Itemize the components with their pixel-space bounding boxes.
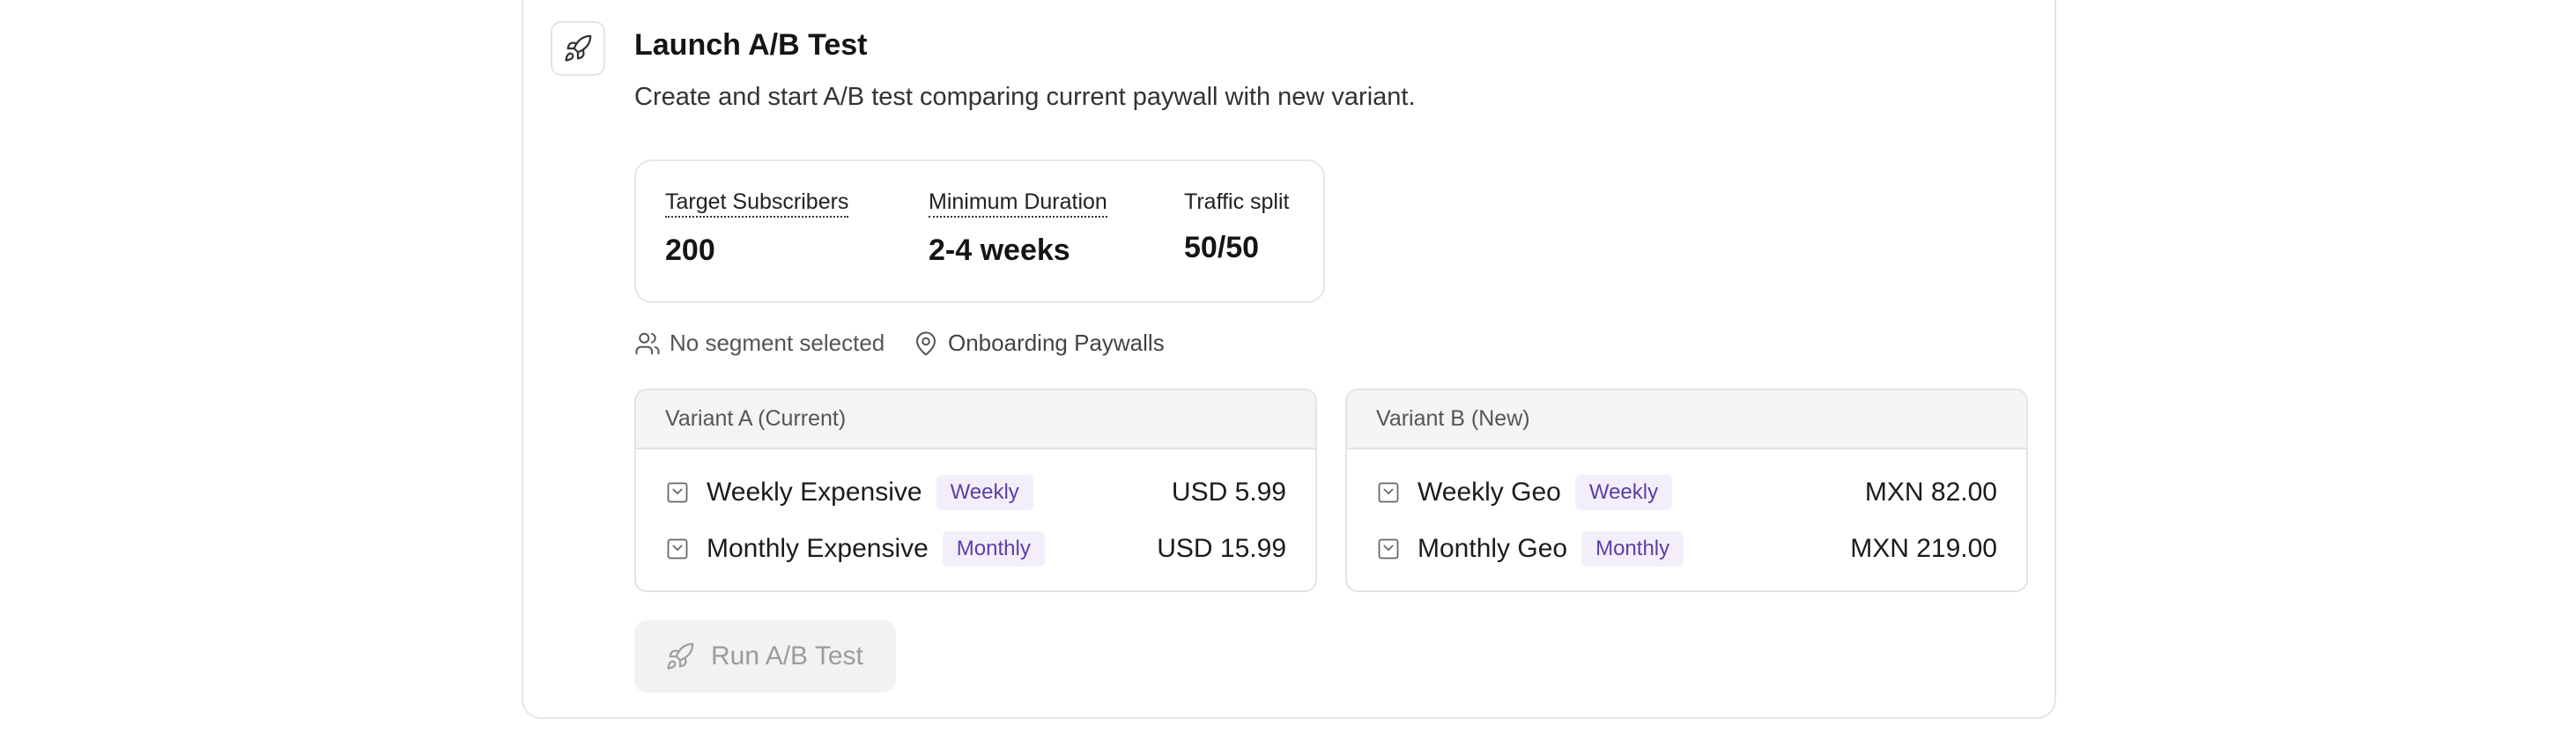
stat-minimum-duration: Minimum Duration 2-4 weeks	[929, 189, 1107, 268]
product-row: Weekly Geo Weekly MXN 82.00	[1376, 473, 1997, 512]
stat-value: 2-4 weeks	[929, 233, 1070, 267]
period-badge: Monthly	[1581, 531, 1684, 567]
segment-info: No segment selected	[634, 330, 885, 357]
period-badge: Weekly	[936, 475, 1033, 510]
placement-info: Onboarding Paywalls	[913, 330, 1165, 357]
placement-text: Onboarding Paywalls	[948, 330, 1165, 356]
product-row: Monthly Geo Monthly MXN 219.00	[1376, 530, 1997, 568]
users-icon	[635, 332, 660, 354]
product-box-icon	[667, 482, 688, 503]
stat-label: Traffic split	[1184, 189, 1290, 214]
period-badge: Monthly	[942, 531, 1045, 567]
product-box-icon	[1378, 538, 1399, 559]
product-price: MXN 219.00	[1850, 534, 1997, 563]
stat-traffic-split: Traffic split 50/50	[1184, 189, 1289, 265]
product-box-icon	[667, 538, 688, 559]
product-name: Monthly Expensive	[707, 534, 929, 563]
product-name: Weekly Geo	[1418, 478, 1561, 507]
product-price: MXN 82.00	[1864, 478, 1997, 507]
stat-target-subscribers: Target Subscribers 200	[665, 189, 849, 268]
stat-label[interactable]: Target Subscribers	[665, 189, 849, 218]
product-name: Monthly Geo	[1418, 534, 1568, 563]
segment-text: No segment selected	[670, 330, 885, 356]
product-row: Weekly Expensive Weekly USD 5.99	[665, 473, 1286, 512]
stats-panel: Target Subscribers 200 Minimum Duration …	[634, 159, 1325, 303]
product-price: USD 15.99	[1157, 534, 1286, 563]
stat-value: 200	[665, 233, 715, 267]
run-ab-test-button[interactable]: Run A/B Test	[634, 620, 896, 693]
variant-title: Variant B (New)	[1347, 390, 2026, 449]
product-price: USD 5.99	[1171, 478, 1286, 507]
variant-a-panel: Variant A (Current) Weekly Expensive Wee…	[634, 389, 1317, 592]
page-title: Launch A/B Test	[634, 28, 868, 62]
stat-label[interactable]: Minimum Duration	[929, 189, 1107, 218]
rocket-icon	[667, 642, 694, 670]
variant-b-panel: Variant B (New) Weekly Geo Weekly MXN 82…	[1345, 389, 2028, 592]
product-box-icon	[1378, 482, 1399, 503]
stat-value: 50/50	[1184, 231, 1260, 264]
map-pin-icon	[916, 331, 936, 355]
variant-title: Variant A (Current)	[636, 390, 1315, 449]
rocket-icon	[551, 21, 605, 76]
run-ab-test-label: Run A/B Test	[711, 641, 863, 671]
page-description: Create and start A/B test comparing curr…	[634, 83, 1416, 111]
product-row: Monthly Expensive Monthly USD 15.99	[665, 530, 1286, 568]
period-badge: Weekly	[1574, 475, 1673, 510]
product-name: Weekly Expensive	[707, 478, 922, 507]
